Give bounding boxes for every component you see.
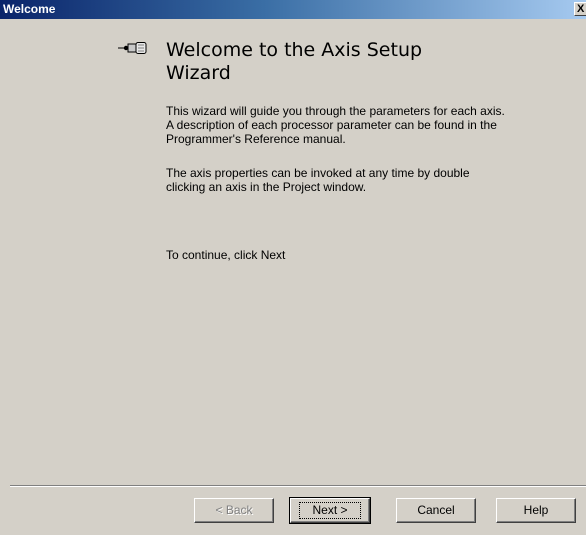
- title-bar[interactable]: Welcome X: [0, 0, 586, 19]
- window-title: Welcome: [3, 2, 56, 16]
- cancel-button[interactable]: Cancel: [396, 498, 476, 523]
- continue-instruction: To continue, click Next: [166, 248, 286, 262]
- back-button[interactable]: < Back: [194, 498, 274, 523]
- wizard-dialog: Welcome X Welcome to the Axis Setup Wiza…: [0, 0, 586, 535]
- next-button[interactable]: Next >: [289, 497, 371, 524]
- button-separator-highlight: [10, 486, 586, 487]
- plug-connector-icon: [118, 42, 147, 54]
- close-button[interactable]: X: [574, 2, 586, 16]
- intro-paragraph: This wizard will guide you through the p…: [166, 104, 505, 146]
- next-button-label: Next >: [299, 502, 361, 519]
- help-button[interactable]: Help: [496, 498, 576, 523]
- wizard-heading: Welcome to the Axis Setup Wizard: [166, 39, 423, 84]
- properties-paragraph: The axis properties can be invoked at an…: [166, 166, 470, 194]
